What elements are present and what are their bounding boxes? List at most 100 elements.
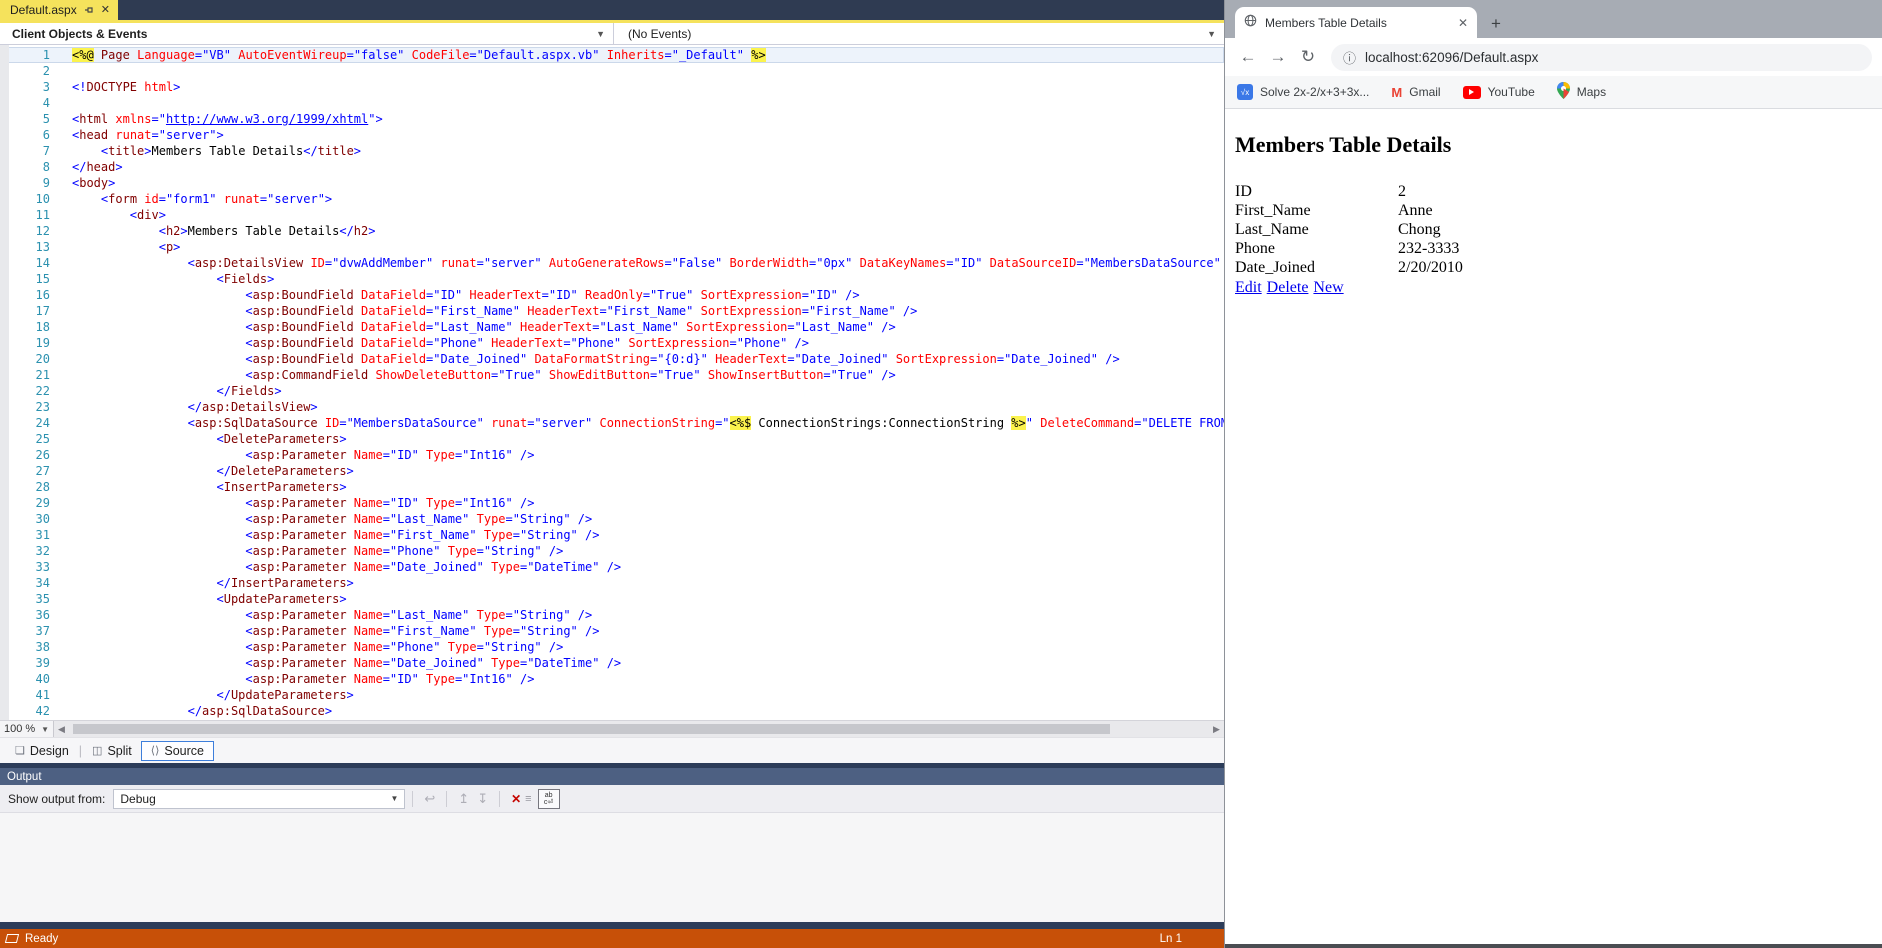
code-line[interactable]: 39 <asp:Parameter Name="Date_Joined" Typ… bbox=[0, 655, 1224, 671]
code-line[interactable]: 41 </UpdateParameters> bbox=[0, 687, 1224, 703]
code-line[interactable]: 17 <asp:BoundField DataField="First_Name… bbox=[0, 303, 1224, 319]
code-line[interactable]: 36 <asp:Parameter Name="Last_Name" Type=… bbox=[0, 607, 1224, 623]
scroll-right-icon[interactable]: ▶ bbox=[1209, 721, 1224, 737]
code-line[interactable]: 38 <asp:Parameter Name="Phone" Type="Str… bbox=[0, 639, 1224, 655]
code-line[interactable]: 12 <h2>Members Table Details</h2> bbox=[0, 223, 1224, 239]
back-icon[interactable]: ← bbox=[1235, 47, 1261, 67]
code-line[interactable]: 6<head runat="server"> bbox=[0, 127, 1224, 143]
output-toolbar: Show output from: Debug ▼ ↩ ↥ ↧ ✕ ≡ abc⏎ bbox=[0, 785, 1224, 813]
forward-icon[interactable]: → bbox=[1265, 47, 1291, 67]
line-number: 28 bbox=[0, 479, 50, 495]
code-line[interactable]: 14 <asp:DetailsView ID="dvwAddMember" ru… bbox=[0, 255, 1224, 271]
code-line[interactable]: 13 <p> bbox=[0, 239, 1224, 255]
code-line[interactable]: 7 <title>Members Table Details</title> bbox=[0, 143, 1224, 159]
code-line[interactable]: 5<html xmlns="http://www.w3.org/1999/xht… bbox=[0, 111, 1224, 127]
code-line[interactable]: 3<!DOCTYPE html> bbox=[0, 79, 1224, 95]
code-line[interactable]: 28 <InsertParameters> bbox=[0, 479, 1224, 495]
scrollbar-thumb[interactable] bbox=[73, 724, 1110, 734]
chevron-down-icon[interactable]: ▼ bbox=[390, 794, 404, 803]
code-line[interactable]: 19 <asp:BoundField DataField="Phone" Hea… bbox=[0, 335, 1224, 351]
page-info-icon[interactable]: ⓘ bbox=[1343, 48, 1356, 67]
code-line[interactable]: 20 <asp:BoundField DataField="Date_Joine… bbox=[0, 351, 1224, 367]
output-source-dropdown[interactable]: Debug ▼ bbox=[113, 789, 405, 809]
new-tab-icon[interactable]: + bbox=[1477, 14, 1501, 38]
bookmark-youtube[interactable]: YouTube bbox=[1463, 85, 1535, 99]
design-view-icon: ❏ bbox=[15, 744, 25, 757]
code-line[interactable]: 42 </asp:SqlDataSource> bbox=[0, 703, 1224, 719]
bookmark-label: YouTube bbox=[1488, 85, 1535, 99]
word-wrap-toggle-icon[interactable]: abc⏎ bbox=[538, 789, 560, 809]
pin-icon[interactable] bbox=[84, 5, 94, 15]
bookmark-label: Gmail bbox=[1409, 85, 1440, 99]
document-tab-default-aspx[interactable]: Default.aspx ✕ bbox=[0, 0, 118, 20]
code-line[interactable]: 1<%@ Page Language="VB" AutoEventWireup=… bbox=[0, 47, 1224, 63]
globe-icon bbox=[1244, 14, 1257, 32]
code-line[interactable]: 10 <form id="form1" runat="server"> bbox=[0, 191, 1224, 207]
address-bar[interactable]: ⓘ localhost:62096/Default.aspx bbox=[1331, 44, 1872, 71]
code-line[interactable]: 22 </Fields> bbox=[0, 383, 1224, 399]
editor-horizontal-scrollbar[interactable]: 100 % ▼ ◀ ▶ bbox=[0, 720, 1224, 737]
close-tab-icon[interactable]: ✕ bbox=[1458, 16, 1468, 30]
line-number: 6 bbox=[0, 127, 50, 143]
status-line-indicator: Ln 1 bbox=[1160, 933, 1182, 945]
new-link[interactable]: New bbox=[1313, 279, 1343, 296]
code-editor[interactable]: 1<%@ Page Language="VB" AutoEventWireup=… bbox=[0, 45, 1224, 720]
code-line[interactable]: 34 </InsertParameters> bbox=[0, 575, 1224, 591]
line-number: 4 bbox=[0, 95, 50, 111]
code-line[interactable]: 15 <Fields> bbox=[0, 271, 1224, 287]
events-dropdown[interactable]: (No Events) ▼ bbox=[614, 23, 1224, 44]
details-table: ID2First_NameAnneLast_NameChongPhone232-… bbox=[1235, 182, 1872, 277]
code-line[interactable]: 29 <asp:Parameter Name="ID" Type="Int16"… bbox=[0, 495, 1224, 511]
code-line[interactable]: 33 <asp:Parameter Name="Date_Joined" Typ… bbox=[0, 559, 1224, 575]
code-line[interactable]: 21 <asp:CommandField ShowDeleteButton="T… bbox=[0, 367, 1224, 383]
line-number: 31 bbox=[0, 527, 50, 543]
edit-link[interactable]: Edit bbox=[1235, 279, 1262, 296]
bookmark-gmail[interactable]: M Gmail bbox=[1391, 85, 1440, 100]
clear-all-lines-icon: ≡ bbox=[521, 793, 535, 805]
scroll-left-icon[interactable]: ◀ bbox=[54, 721, 69, 737]
design-view-button[interactable]: ❏ Design bbox=[6, 742, 78, 760]
chevron-down-icon[interactable]: ▼ bbox=[41, 725, 49, 734]
split-view-button[interactable]: ◫ Split bbox=[83, 742, 141, 760]
table-row: ID2 bbox=[1235, 182, 1872, 201]
code-line[interactable]: 40 <asp:Parameter Name="ID" Type="Int16"… bbox=[0, 671, 1224, 687]
code-line[interactable]: 8</head> bbox=[0, 159, 1224, 175]
bookmark-math-solver[interactable]: √x Solve 2x-2/x+3+3x... bbox=[1237, 84, 1369, 100]
objects-dropdown[interactable]: Client Objects & Events ▼ bbox=[0, 23, 614, 44]
code-line[interactable]: 37 <asp:Parameter Name="First_Name" Type… bbox=[0, 623, 1224, 639]
delete-link[interactable]: Delete bbox=[1267, 279, 1309, 296]
field-value: Anne bbox=[1398, 201, 1433, 220]
goto-message-icon[interactable]: ↩ bbox=[420, 791, 439, 807]
chevron-down-icon[interactable]: ▼ bbox=[1199, 29, 1224, 39]
code-line[interactable]: 9<body> bbox=[0, 175, 1224, 191]
code-line[interactable]: 26 <asp:Parameter Name="ID" Type="Int16"… bbox=[0, 447, 1224, 463]
code-line[interactable]: 16 <asp:BoundField DataField="ID" Header… bbox=[0, 287, 1224, 303]
code-line[interactable]: 4 bbox=[0, 95, 1224, 111]
code-line[interactable]: 31 <asp:Parameter Name="First_Name" Type… bbox=[0, 527, 1224, 543]
code-lines: 1<%@ Page Language="VB" AutoEventWireup=… bbox=[0, 47, 1224, 719]
code-line[interactable]: 30 <asp:Parameter Name="Last_Name" Type=… bbox=[0, 511, 1224, 527]
chevron-down-icon[interactable]: ▼ bbox=[588, 29, 613, 39]
previous-message-icon[interactable]: ↥ bbox=[454, 791, 473, 807]
browser-window: Members Table Details ✕ + ← → ↻ ⓘ localh… bbox=[1224, 0, 1882, 948]
output-content[interactable] bbox=[0, 813, 1224, 922]
line-number: 27 bbox=[0, 463, 50, 479]
code-line[interactable]: 25 <DeleteParameters> bbox=[0, 431, 1224, 447]
code-line[interactable]: 32 <asp:Parameter Name="Phone" Type="Str… bbox=[0, 543, 1224, 559]
scrollbar-track[interactable] bbox=[69, 721, 1209, 737]
field-value: 2/20/2010 bbox=[1398, 258, 1463, 277]
browser-tab[interactable]: Members Table Details ✕ bbox=[1235, 7, 1477, 38]
reload-icon[interactable]: ↻ bbox=[1295, 47, 1321, 67]
code-line[interactable]: 11 <div> bbox=[0, 207, 1224, 223]
bookmark-maps[interactable]: Maps bbox=[1557, 82, 1606, 102]
close-tab-icon[interactable]: ✕ bbox=[101, 5, 110, 16]
code-line[interactable]: 18 <asp:BoundField DataField="Last_Name"… bbox=[0, 319, 1224, 335]
code-line[interactable]: 35 <UpdateParameters> bbox=[0, 591, 1224, 607]
next-message-icon[interactable]: ↧ bbox=[473, 791, 492, 807]
code-line[interactable]: 23 </asp:DetailsView> bbox=[0, 399, 1224, 415]
code-line[interactable]: 24 <asp:SqlDataSource ID="MembersDataSou… bbox=[0, 415, 1224, 431]
code-line[interactable]: 27 </DeleteParameters> bbox=[0, 463, 1224, 479]
code-line[interactable]: 2 bbox=[0, 63, 1224, 79]
editor-zoom-dropdown[interactable]: 100 % ▼ bbox=[0, 721, 54, 737]
source-view-button[interactable]: ⟨⟩ Source bbox=[141, 741, 214, 761]
